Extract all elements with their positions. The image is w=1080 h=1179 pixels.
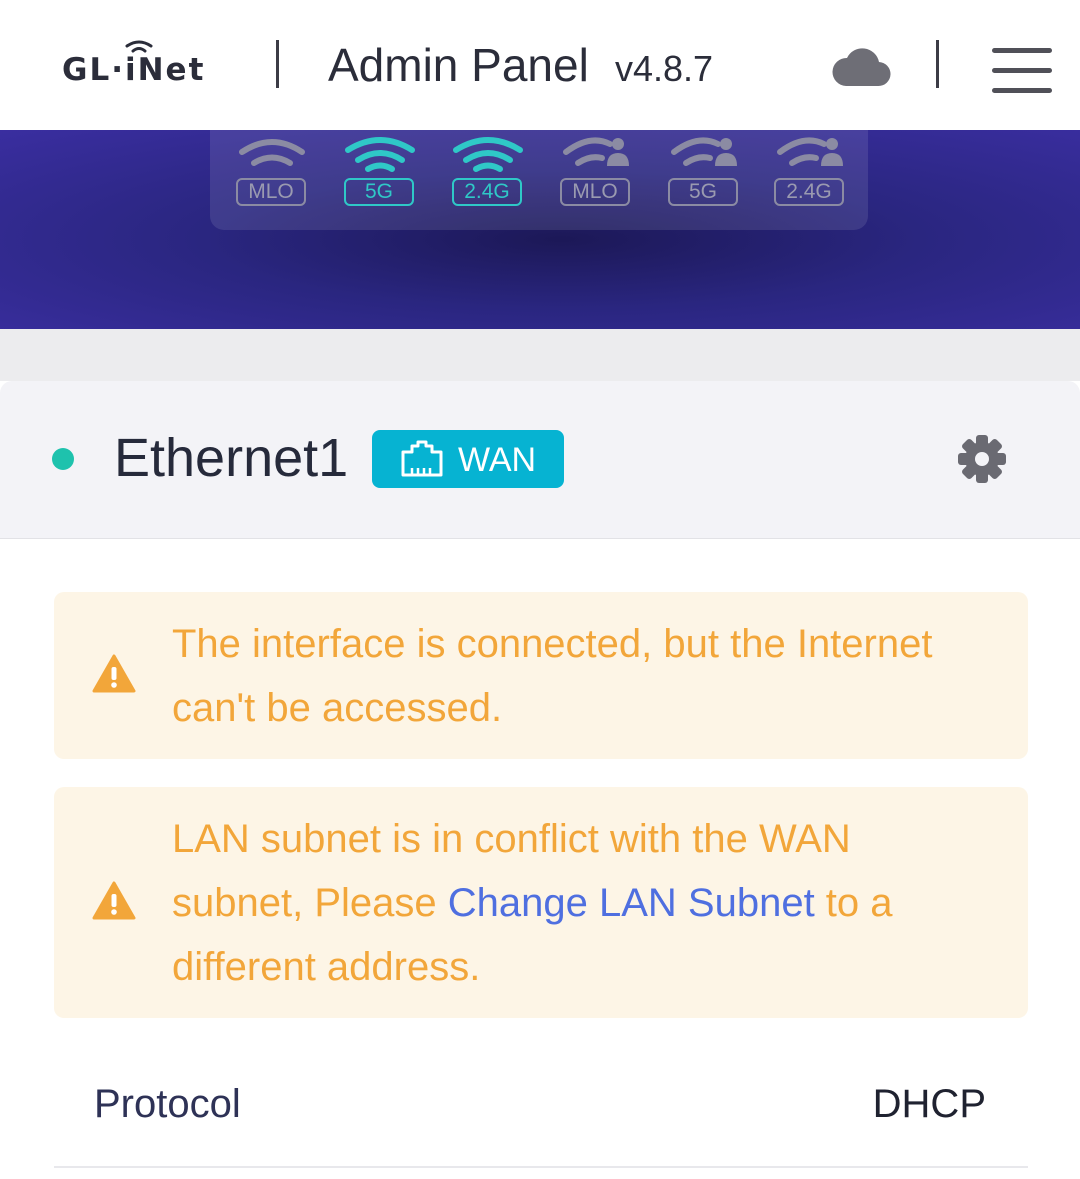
protocol-value: DHCP (872, 1082, 986, 1126)
interface-card-header: Ethernet1 WAN (0, 381, 1080, 539)
band-guest-mlo[interactable]: MLO (560, 136, 632, 206)
band-5g[interactable]: 5G (344, 136, 416, 206)
header-divider (276, 40, 279, 88)
ethernet-port-icon (401, 440, 443, 477)
band-guest-24g[interactable]: 2.4G (774, 136, 846, 206)
protocol-label: Protocol (94, 1082, 241, 1126)
band-label: MLO (560, 178, 630, 206)
wifi-icon (453, 137, 523, 172)
warning-alert: The interface is connected, but the Inte… (54, 592, 1028, 759)
band-label: 2.4G (452, 178, 522, 206)
row-divider (54, 1166, 1028, 1168)
menu-icon[interactable] (992, 48, 1054, 98)
interface-name: Ethernet1 (114, 428, 349, 488)
page-title: Admin Panel (328, 39, 589, 91)
warning-text: The interface is connected, but the Inte… (172, 622, 933, 730)
band-label: 2.4G (774, 178, 844, 206)
guest-wifi-icon (563, 137, 629, 166)
warning-icon (92, 654, 136, 693)
header-divider-2 (936, 40, 939, 88)
logo-wifi-icon (125, 40, 153, 53)
brand-logo: GL·iNet (62, 52, 206, 88)
subnet-conflict-alert: LAN subnet is in conflict with the WAN s… (54, 787, 1028, 1018)
gear-icon[interactable] (956, 433, 1008, 485)
version-label: v4.8.7 (615, 48, 714, 89)
device-banner: MLO 5G 2.4G MLO 5G 2.4G (0, 130, 1080, 329)
band-label: 5G (344, 178, 414, 206)
band-mlo[interactable]: MLO (236, 136, 308, 206)
band-24g[interactable]: 2.4G (452, 136, 524, 206)
warning-icon (92, 881, 136, 920)
warning-text: LAN subnet is in conflict with the WAN s… (172, 807, 992, 999)
cloud-icon[interactable] (832, 44, 892, 88)
band-label: 5G (668, 178, 738, 206)
wifi-icon (345, 137, 415, 172)
wifi-icon (239, 139, 305, 166)
wifi-status-panel: MLO 5G 2.4G MLO 5G 2.4G (210, 130, 868, 230)
status-indicator (52, 448, 74, 470)
section-spacer (0, 329, 1080, 381)
change-lan-subnet-link[interactable]: Change LAN Subnet (448, 881, 815, 925)
guest-wifi-icon (777, 137, 843, 166)
wan-badge-label: WAN (458, 441, 537, 479)
guest-wifi-icon (671, 137, 737, 166)
band-guest-5g[interactable]: 5G (668, 136, 740, 206)
band-label: MLO (236, 178, 306, 206)
wan-badge: WAN (372, 430, 564, 488)
top-header: GL·iNet Admin Panel v4.8.7 (0, 0, 1080, 130)
